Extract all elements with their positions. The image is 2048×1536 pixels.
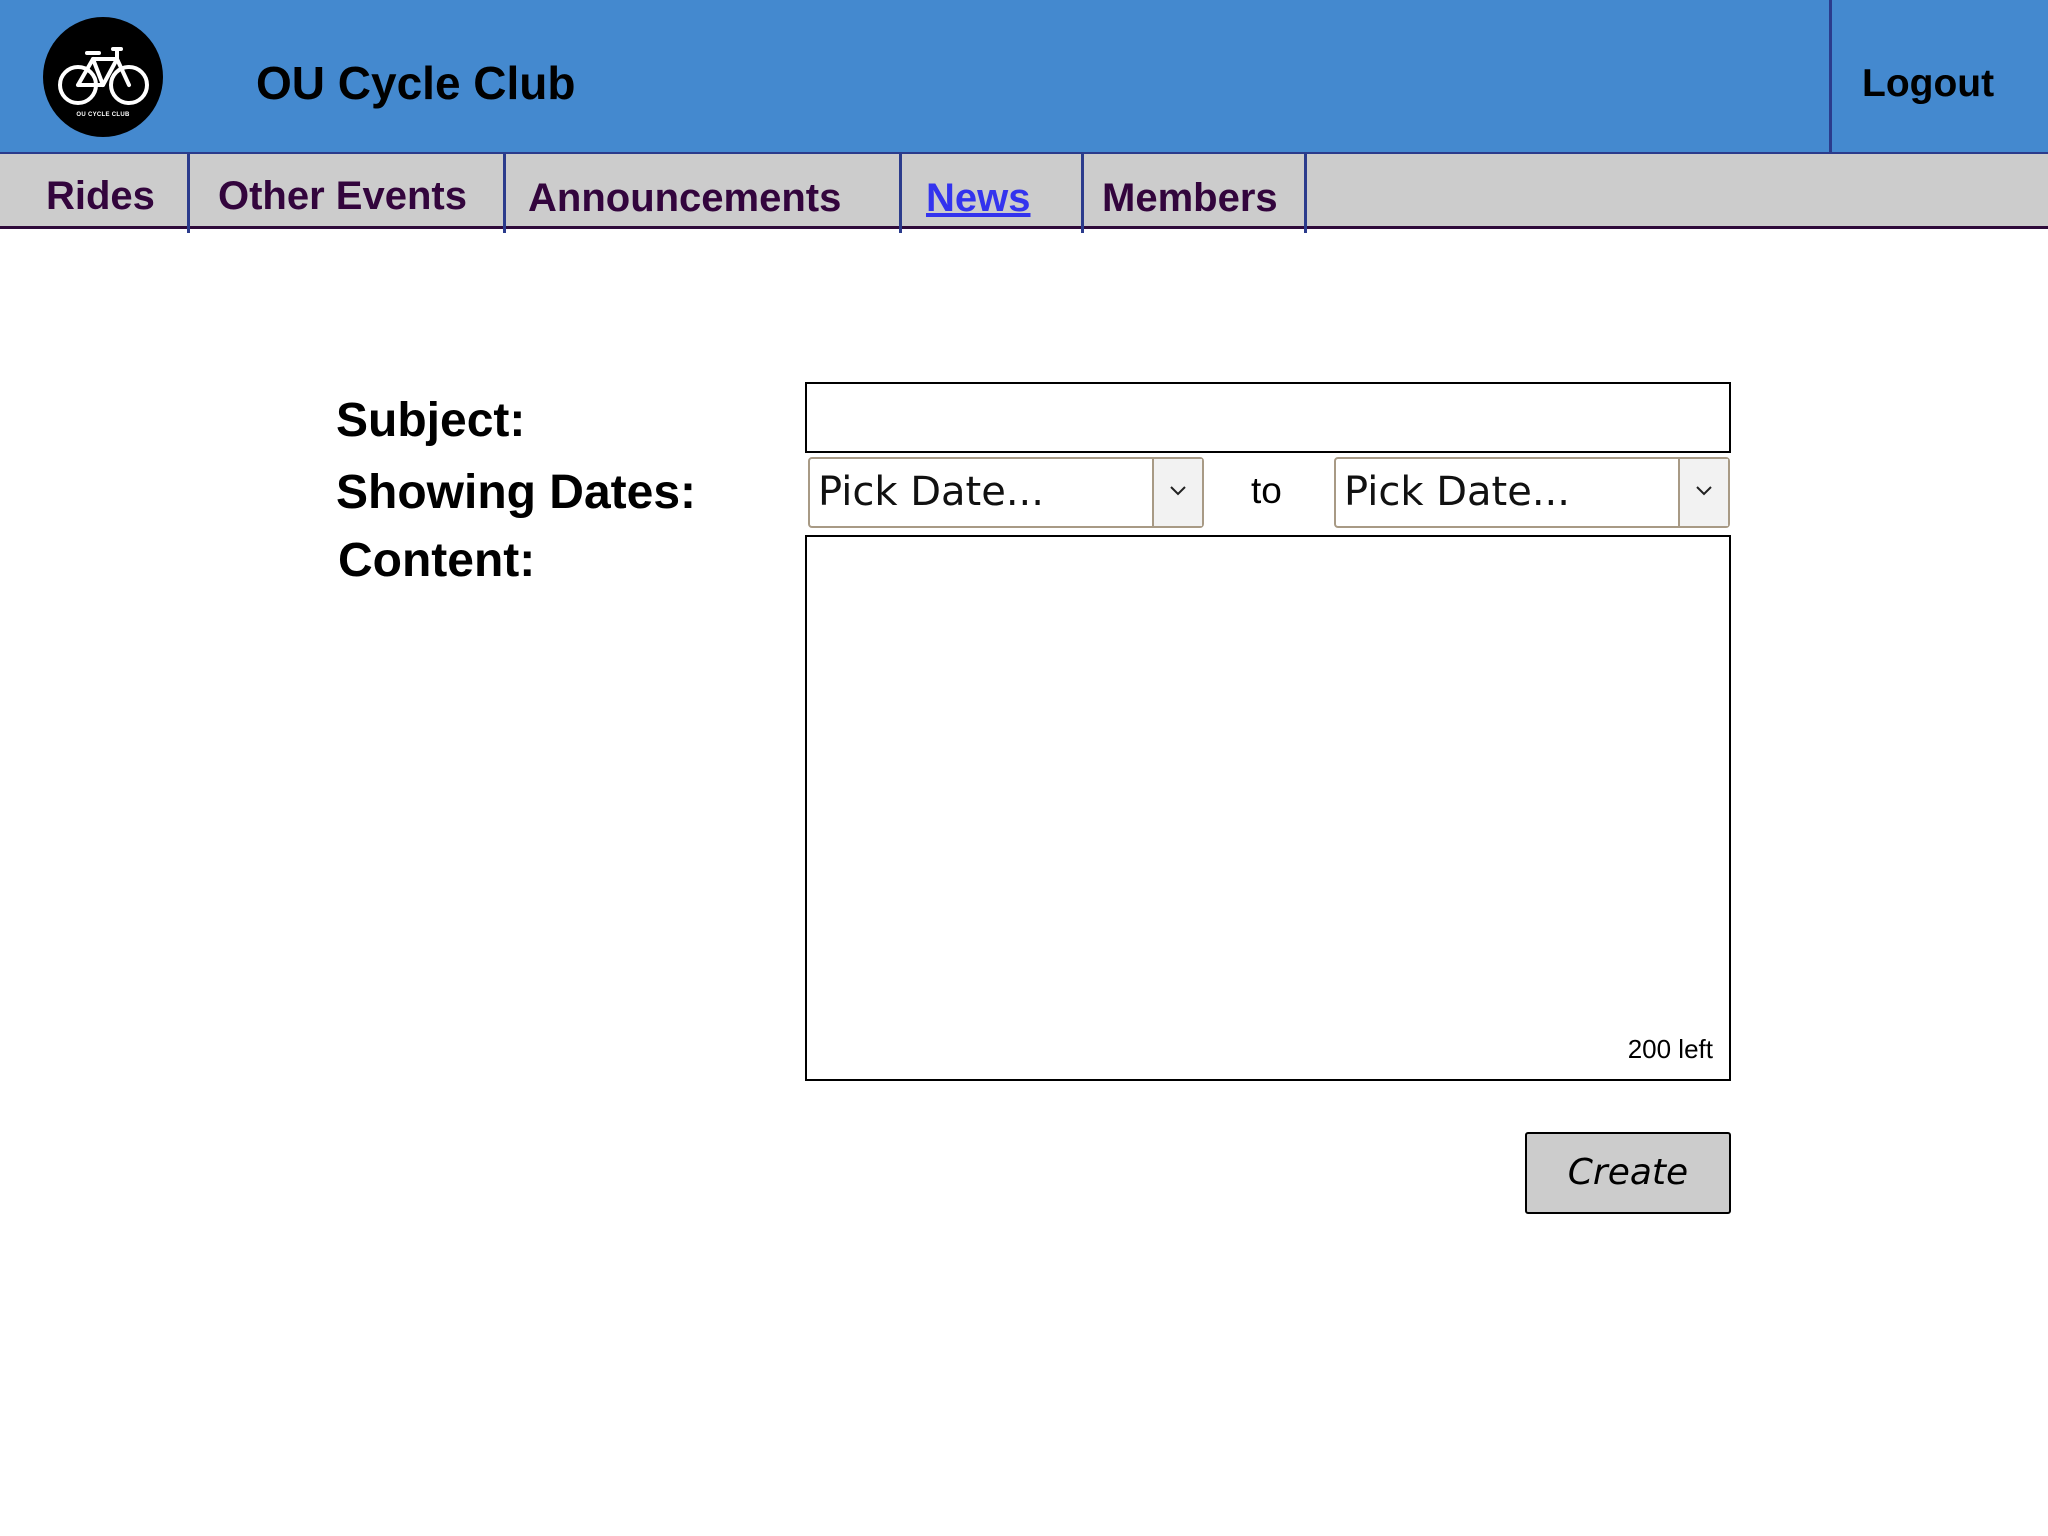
app-title: OU Cycle Club bbox=[256, 57, 576, 109]
header-divider bbox=[1829, 0, 1832, 154]
logout-button[interactable]: Logout bbox=[1862, 62, 1994, 106]
tab-rides[interactable]: Rides bbox=[0, 154, 188, 228]
start-date-picker[interactable]: Pick Date... bbox=[808, 457, 1204, 528]
end-date-picker[interactable]: Pick Date... bbox=[1334, 457, 1730, 528]
character-counter: 200 left bbox=[1627, 1034, 1713, 1064]
end-date-value: Pick Date... bbox=[1344, 469, 1570, 515]
tab-members[interactable]: Members bbox=[1084, 154, 1305, 228]
tab-label: Other Events bbox=[218, 174, 467, 218]
tab-label: News bbox=[926, 176, 1031, 220]
content-label: Content: bbox=[338, 534, 536, 587]
showing-dates-label: Showing Dates: bbox=[336, 466, 697, 519]
club-logo[interactable]: OU CYCLE CLUB bbox=[43, 17, 163, 137]
main-nav: Rides Other Events Announcements News Me… bbox=[0, 152, 2048, 233]
tab-announcements[interactable]: Announcements bbox=[506, 154, 899, 228]
tab-label: Announcements bbox=[528, 176, 842, 220]
start-date-value: Pick Date... bbox=[818, 469, 1044, 515]
create-button[interactable]: Create bbox=[1525, 1132, 1731, 1214]
tab-label: Rides bbox=[46, 174, 155, 218]
chevron-down-icon bbox=[1696, 486, 1712, 496]
tab-news[interactable]: News bbox=[902, 154, 1082, 228]
subject-input[interactable] bbox=[805, 382, 1731, 453]
tab-label: Members bbox=[1102, 176, 1278, 220]
tab-other-events[interactable]: Other Events bbox=[190, 154, 503, 228]
subject-label: Subject: bbox=[336, 394, 526, 447]
logo-text: OU CYCLE CLUB bbox=[76, 112, 130, 118]
bicycle-icon bbox=[58, 47, 149, 105]
chevron-down-icon bbox=[1170, 486, 1186, 496]
start-date-dropdown-button[interactable] bbox=[1152, 459, 1202, 526]
date-range-to-label: to bbox=[1251, 470, 1282, 511]
app-header: OU CYCLE CLUB OU Cycle Club Logout bbox=[0, 0, 2048, 154]
tab-divider bbox=[1304, 154, 1307, 233]
end-date-dropdown-button[interactable] bbox=[1678, 459, 1728, 526]
content-textarea[interactable]: 200 left bbox=[805, 535, 1731, 1081]
